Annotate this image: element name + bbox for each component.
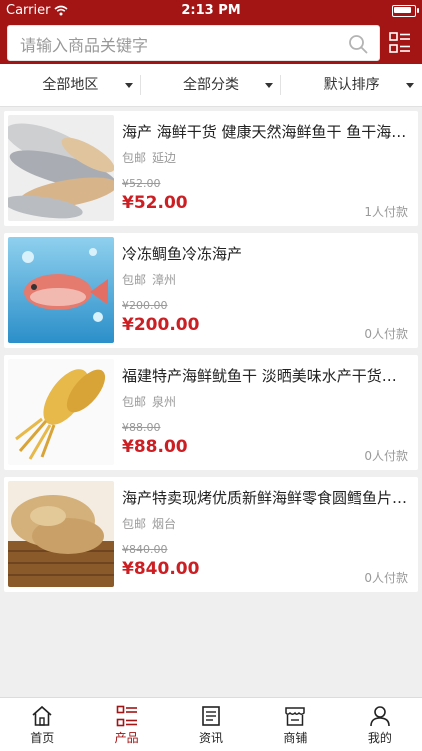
filter-sort-label: 默认排序: [323, 77, 380, 93]
product-location: 漳州: [152, 273, 177, 287]
current-price: ¥840.00: [122, 559, 200, 579]
current-price: ¥200.00: [122, 315, 200, 335]
status-time: 2:13 PM: [181, 3, 241, 18]
status-bar: Carrier 2:13 PM: [0, 0, 422, 20]
original-price: ¥88.00: [122, 421, 161, 434]
product-title[interactable]: 冷冻鲷鱼冷冻海产: [122, 243, 410, 264]
tab-profile[interactable]: 我的: [338, 698, 422, 751]
tab-products-label: 产品: [114, 731, 139, 745]
product-title[interactable]: 海产 海鲜干货 健康天然海鲜鱼干 鱼干海…: [122, 121, 410, 142]
current-price: ¥52.00: [122, 193, 188, 213]
red-snapper-image[interactable]: [8, 237, 114, 343]
dried-squid-image[interactable]: [8, 359, 114, 465]
product-location: 泉州: [152, 395, 177, 409]
chevron-down-icon: [124, 83, 133, 88]
tab-products[interactable]: 产品: [84, 698, 168, 751]
search-box[interactable]: [7, 25, 380, 61]
chevron-down-icon: [406, 83, 415, 88]
chevron-down-icon: [265, 83, 274, 88]
tab-home[interactable]: 首页: [0, 698, 84, 751]
sales-count: 1人付款: [364, 205, 408, 219]
list-icon: [116, 705, 137, 727]
sales-count: 0人付款: [364, 571, 408, 585]
product-title[interactable]: 福建特产海鲜鱿鱼干 淡晒美味水产干货…: [122, 365, 410, 386]
home-icon: [32, 705, 52, 726]
original-price: ¥200.00: [122, 299, 168, 312]
shipping-tag: 包邮: [122, 151, 147, 165]
product-meta: 包邮 延边: [122, 149, 182, 166]
battery-level: [394, 7, 411, 13]
news-icon: [202, 706, 220, 726]
product-location: 延边: [152, 151, 177, 165]
category-menu-icon[interactable]: [389, 32, 411, 54]
sales-count: 0人付款: [364, 449, 408, 463]
tab-home-label: 首页: [30, 731, 55, 745]
original-price: ¥52.00: [122, 177, 161, 190]
shipping-tag: 包邮: [122, 395, 147, 409]
product-meta: 包邮 泉州: [122, 393, 182, 410]
dried-fish-image[interactable]: [8, 115, 114, 221]
filter-region[interactable]: 全部地区: [0, 64, 141, 106]
filter-category[interactable]: 全部分类: [141, 64, 282, 106]
product-meta: 包邮 漳州: [122, 271, 182, 288]
bottom-tab-bar: 首页 产品 资讯 商铺 我的: [0, 697, 422, 751]
store-icon: [285, 707, 306, 726]
product-list: 海产 海鲜干货 健康天然海鲜鱼干 鱼干海… 包邮 延边 ¥52.00 ¥52.00…: [0, 111, 422, 599]
tab-news[interactable]: 资讯: [169, 698, 253, 751]
product-card[interactable]: 海产特卖现烤优质新鲜海鲜零食圆鳕鱼片… 包邮 烟台 ¥840.00 ¥840.00…: [4, 477, 418, 592]
tab-news-label: 资讯: [199, 731, 224, 745]
tab-store[interactable]: 商铺: [253, 698, 337, 751]
shipping-tag: 包邮: [122, 273, 147, 287]
original-price: ¥840.00: [122, 543, 168, 556]
product-title[interactable]: 海产特卖现烤优质新鲜海鲜零食圆鳕鱼片…: [122, 487, 410, 508]
tab-profile-label: 我的: [367, 731, 392, 745]
tab-store-label: 商铺: [283, 731, 308, 745]
user-icon: [370, 706, 390, 727]
cod-slices-image[interactable]: [8, 481, 114, 587]
current-price: ¥88.00: [122, 437, 188, 457]
filter-region-label: 全部地区: [42, 77, 99, 93]
search-input[interactable]: [18, 32, 342, 58]
sales-count: 0人付款: [364, 327, 408, 341]
shipping-tag: 包邮: [122, 517, 147, 531]
product-location: 烟台: [152, 517, 177, 531]
battery-icon: [392, 5, 419, 17]
product-meta: 包邮 烟台: [122, 515, 182, 532]
filter-sort[interactable]: 默认排序: [281, 64, 422, 106]
filter-category-label: 全部分类: [183, 77, 239, 93]
search-icon[interactable]: [348, 34, 368, 54]
header-bar: Carrier 2:13 PM: [0, 0, 422, 64]
product-card[interactable]: 海产 海鲜干货 健康天然海鲜鱼干 鱼干海… 包邮 延边 ¥52.00 ¥52.00…: [4, 111, 418, 226]
filter-bar: 全部地区 全部分类 默认排序: [0, 64, 422, 107]
product-card[interactable]: 冷冻鲷鱼冷冻海产 包邮 漳州 ¥200.00 ¥200.00 0人付款: [4, 233, 418, 348]
product-card[interactable]: 福建特产海鲜鱿鱼干 淡晒美味水产干货… 包邮 泉州 ¥88.00 ¥88.00 0…: [4, 355, 418, 470]
